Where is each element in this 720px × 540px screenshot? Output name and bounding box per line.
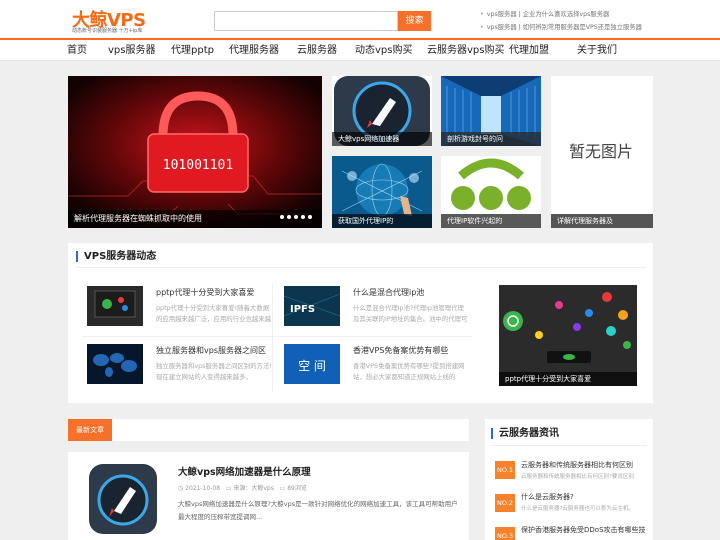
article-source: 来源：大鲸vps: [233, 485, 274, 492]
cloud-item-desc: 云服务器和传统服务器相比有何区别?要说区别: [521, 474, 634, 480]
latest-article-card: 大鲸vps网络加速器是什么原理 ◷ 2021-10-08 ▭ 来源：大鲸vps …: [68, 452, 469, 540]
nav-item-about[interactable]: 关于我们: [577, 40, 617, 61]
ipfs-label: IPFS: [290, 304, 315, 315]
site-header: 大鲸VPS 动态账号识装服务器 十万+ip库 搜索 • vps服务器 | 企业为什…: [0, 0, 720, 40]
search-input[interactable]: [214, 11, 398, 31]
rank-badge: NO.1: [495, 461, 515, 479]
logo-tagline: 动态账号识装服务器 十万+ip库: [72, 28, 143, 34]
top-link-2[interactable]: • vps服务器 | 如何辨别常用服务器是VPS还是独立服务器: [480, 22, 642, 31]
tile-caption[interactable]: 代理IP软件兴起的: [441, 214, 541, 228]
tile-no-image[interactable]: 暂无图片 详解代理服务器及: [551, 76, 653, 228]
nav-item-pptp[interactable]: 代理pptp: [171, 40, 214, 61]
views-icon: ▭: [279, 485, 286, 492]
tile-caption[interactable]: 获取国外代理IP的: [332, 214, 432, 228]
news-title[interactable]: pptp代理十分受到大家喜爱: [156, 287, 254, 298]
news-thumb[interactable]: [87, 344, 143, 384]
news-desc: 什么是混合代理ip池?代理ip池管理代理及其关联的IP地址的集合。池中的代理可: [353, 304, 468, 323]
lock-binary-text: 101001101: [163, 158, 233, 173]
slider-dot[interactable]: [308, 215, 312, 219]
nav-item-home[interactable]: 首页: [67, 40, 87, 61]
bullet-icon: •: [480, 24, 484, 31]
cloud-item-title[interactable]: 云服务器和传统服务器相比有何区别: [521, 460, 647, 470]
main-slider[interactable]: 101001101 解析代理服务器在蜘蛛抓取中的使用: [68, 76, 322, 228]
article-title[interactable]: 大鲸vps网络加速器是什么原理: [178, 464, 311, 478]
tile-datacenter[interactable]: 剖析游戏封号的问: [441, 76, 541, 146]
section-title: 云服务器资讯: [491, 428, 559, 439]
device-screen-image: [87, 286, 143, 326]
news-thumb[interactable]: IPFS: [284, 286, 340, 326]
article-meta: ◷ 2021-10-08 ▭ 来源：大鲸vps ▭ 89浏览: [178, 483, 307, 492]
rank-badge: NO.3: [495, 527, 515, 540]
news-title[interactable]: 香港VPS免备案优势有哪些: [353, 345, 448, 356]
nav-item-vps[interactable]: vps服务器: [108, 40, 155, 61]
tile-caption[interactable]: 详解代理服务器及: [551, 214, 653, 228]
section-title: VPS服务器动态: [76, 251, 156, 262]
cloud-news-panel: 云服务器资讯 NO.1 云服务器和传统服务器相比有何区别 云服务器和传统服务器相…: [485, 419, 653, 540]
top-link-1[interactable]: • vps服务器 | 企业为什么喜欢选择vps服务器: [480, 9, 609, 18]
rocket-app-icon: [89, 464, 157, 534]
nav-item-agent[interactable]: 代理加盟: [509, 40, 549, 61]
tile-accelerator[interactable]: 大鲸vps网络加速器: [332, 76, 432, 146]
article-desc: 大鲸vps网络加速器是什么原理?大鲸vps是一款针对网络优化的网络加速工具，该工…: [178, 500, 458, 521]
divider: [272, 283, 273, 391]
no-image-text: 暂无图片: [569, 142, 634, 161]
smart-tv-image: [499, 285, 637, 386]
latest-label[interactable]: 最新文章: [68, 419, 112, 441]
article-thumb[interactable]: [89, 464, 157, 534]
slider-dots: [277, 212, 312, 222]
article-date: 2021-10-08: [185, 485, 221, 492]
ipfs-image: IPFS: [284, 286, 340, 326]
clock-icon: ◷: [178, 485, 184, 492]
slider-dot[interactable]: [294, 215, 298, 219]
cloud-item-desc: 什么是云服务器?云服务器也可以称为云主机，: [521, 506, 634, 512]
cloud-item-title[interactable]: 什么是云服务器?: [521, 492, 647, 502]
nav-item-cloud-server[interactable]: 云服务器: [297, 40, 337, 61]
news-title[interactable]: 独立服务器和vps服务器之间区: [156, 345, 266, 356]
tile-proxy-software[interactable]: 代理IP软件兴起的: [441, 156, 541, 228]
vps-news-panel: VPS服务器动态 pptp代理十分受到大家喜爱 pptp代理十分受到大家喜爱!随…: [68, 243, 653, 403]
news-thumb[interactable]: [87, 286, 143, 326]
news-desc: pptp代理十分受到大家喜爱!随着大数据的应用越来越广泛，应用的行业也越来越多: [156, 304, 272, 323]
article-views: 89浏览: [287, 485, 307, 492]
nav-item-proxy-server[interactable]: 代理服务器: [229, 40, 279, 61]
top-link-text[interactable]: vps服务器 | 企业为什么喜欢选择vps服务器: [487, 11, 610, 18]
nav-item-dynamic-vps[interactable]: 动态vps购买: [355, 40, 412, 61]
nav-item-cloud-vps-buy[interactable]: 云服务器vps购买: [427, 40, 504, 61]
slider-dot[interactable]: [287, 215, 291, 219]
news-title[interactable]: 什么是混合代理ip池: [353, 287, 424, 298]
tile-caption[interactable]: 剖析游戏封号的问: [441, 132, 541, 146]
divider: [82, 336, 472, 337]
kongjian-image: 空 间: [284, 344, 340, 384]
divider: [76, 267, 646, 268]
cloud-item-title[interactable]: 保护香港服务器免受DDoS攻击有哪些技: [521, 525, 647, 535]
rank-badge: NO.2: [495, 494, 515, 512]
world-map-image: [87, 344, 143, 384]
top-link-text[interactable]: vps服务器 | 如何辨别常用服务器是VPS还是独立服务器: [487, 24, 642, 31]
slider-dot[interactable]: [280, 215, 284, 219]
kongjian-label: 空 间: [298, 359, 326, 373]
source-icon: ▭: [225, 485, 232, 492]
slider-dot[interactable]: [301, 215, 305, 219]
news-desc: 香港VPS免备案优势有哪些?提到搭建网站，想必大家都知道正规网站上线的: [353, 362, 465, 381]
main-nav: 首页 vps服务器 代理pptp 代理服务器 云服务器 动态vps购买 云服务器…: [0, 40, 720, 61]
news-thumb[interactable]: 空 间: [284, 344, 340, 384]
search-button[interactable]: 搜索: [398, 11, 431, 31]
feature-thumb[interactable]: pptp代理十分受到大家喜爱: [499, 285, 637, 386]
feature-caption[interactable]: pptp代理十分受到大家喜爱: [499, 372, 637, 386]
divider: [491, 445, 647, 446]
tile-world[interactable]: 获取国外代理IP的: [332, 156, 432, 228]
lock-image: 101001101: [68, 76, 322, 228]
bullet-icon: •: [480, 11, 484, 18]
latest-header: 最新文章: [68, 419, 469, 441]
tile-caption[interactable]: 大鲸vps网络加速器: [332, 132, 432, 146]
news-desc: 独立服务器和vps服务器之间区别的方法!现在建立网站的人变得越来越多，: [156, 362, 272, 381]
